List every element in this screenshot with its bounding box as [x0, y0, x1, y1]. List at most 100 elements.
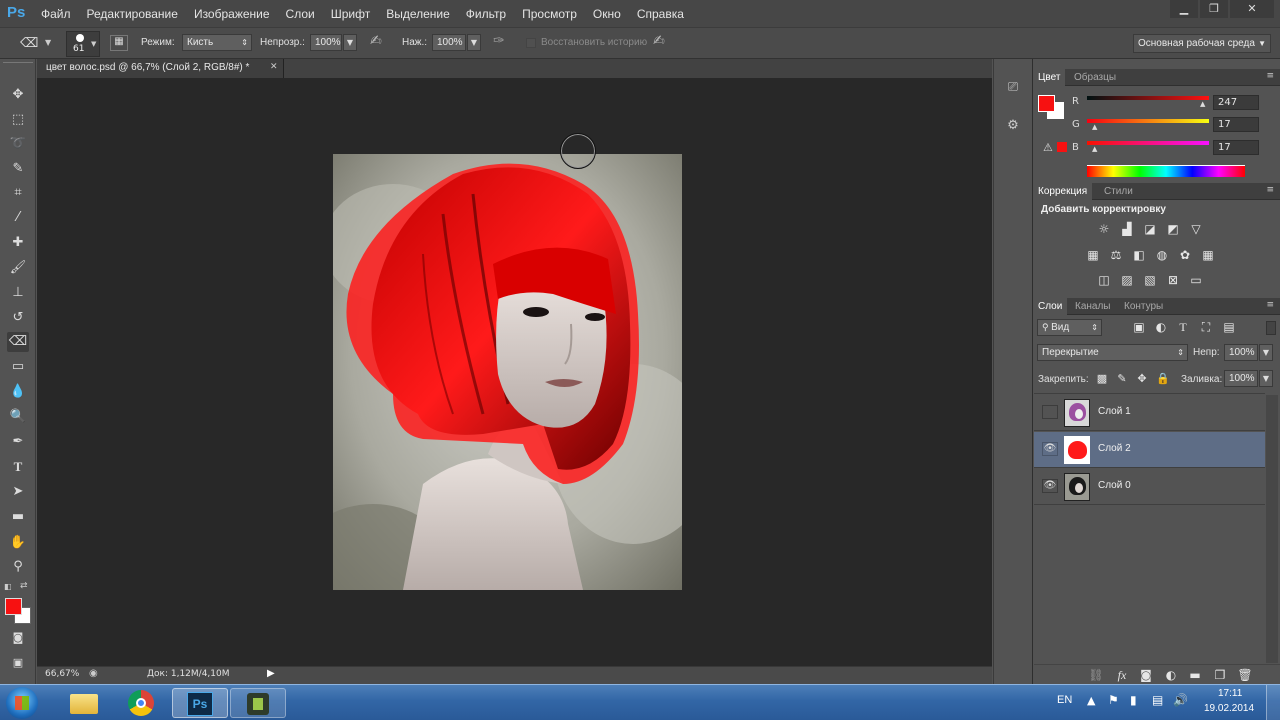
panel-menu-icon[interactable]: ≡	[1266, 185, 1274, 195]
history-brush-tool-icon[interactable]: ↺	[7, 308, 29, 328]
default-colors-icon[interactable]: ◧	[4, 582, 12, 591]
language-indicator[interactable]: EN	[1057, 694, 1072, 706]
menu-filter[interactable]: Фильтр	[458, 7, 514, 21]
visibility-toggle-off[interactable]	[1042, 405, 1058, 419]
eraser-tool-icon[interactable]: ⌫	[20, 36, 38, 51]
close-tab-icon[interactable]: ✕	[270, 62, 278, 72]
menu-layer[interactable]: Слои	[278, 7, 323, 21]
chevron-down-icon[interactable]: ▼	[45, 38, 51, 47]
invert-icon[interactable]: ◫	[1096, 273, 1112, 287]
blur-tool-icon[interactable]: 💧	[7, 382, 29, 402]
exposure-icon[interactable]: ◩	[1165, 222, 1181, 236]
lock-position-icon[interactable]: ✥	[1134, 372, 1150, 386]
b-value[interactable]: 17	[1213, 140, 1259, 155]
filter-type-icon[interactable]: T	[1175, 320, 1191, 334]
quick-mask-icon[interactable]: ◙	[7, 628, 29, 648]
crop-tool-icon[interactable]: ⌗	[7, 183, 29, 203]
trash-icon[interactable]: 🗑	[1237, 668, 1253, 682]
minimize-icon[interactable]: ▁	[1170, 0, 1198, 18]
history-panel-icon[interactable]: ⎚	[1002, 80, 1024, 102]
tab-styles[interactable]: Стили	[1099, 183, 1138, 200]
panel-menu-icon[interactable]: ≡	[1266, 71, 1274, 81]
link-layers-icon[interactable]: ⛓	[1088, 668, 1104, 682]
canvas-image[interactable]	[333, 154, 682, 590]
blend-mode-select[interactable]: Перекрытие ⇕	[1037, 344, 1188, 361]
hand-tool-icon[interactable]: ✋	[7, 533, 29, 553]
layers-scrollbar[interactable]	[1266, 395, 1278, 663]
restore-icon[interactable]: ❐	[1200, 0, 1228, 18]
g-slider-handle[interactable]: ▲	[1092, 123, 1097, 131]
filter-pixel-icon[interactable]: ▣	[1131, 320, 1147, 334]
tab-paths[interactable]: Контуры	[1119, 298, 1168, 315]
show-desktop-button[interactable]	[1266, 685, 1280, 720]
pressure-opacity-icon[interactable]: ✍	[370, 33, 382, 49]
eye-icon[interactable]: 👁	[1042, 479, 1058, 493]
color-balance-icon[interactable]: ⚖	[1108, 248, 1124, 262]
eraser-tool-icon[interactable]: ⌫	[7, 332, 29, 352]
tab-color[interactable]: Цвет	[1033, 69, 1066, 86]
status-info-icon[interactable]: ◉	[89, 668, 98, 679]
fill-dropdown-icon[interactable]: ▼	[1259, 370, 1273, 387]
b-slider-handle[interactable]: ▲	[1092, 145, 1097, 153]
layer-filter-select[interactable]: ⚲ Вид ⇕	[1037, 319, 1102, 336]
levels-icon[interactable]: ▟	[1119, 222, 1135, 236]
new-layer-icon[interactable]: ❐	[1212, 668, 1228, 682]
color-panel-fg-swatch[interactable]	[1038, 95, 1055, 112]
lock-pixels-icon[interactable]: ✎	[1114, 372, 1130, 386]
close-icon[interactable]: ✕	[1230, 0, 1274, 18]
foreground-color-swatch[interactable]	[5, 598, 22, 615]
opacity-dropdown-icon[interactable]: ▼	[343, 34, 357, 51]
tab-swatches[interactable]: Образцы	[1069, 69, 1121, 86]
g-value[interactable]: 17	[1213, 117, 1259, 132]
flag-icon[interactable]: ⚑	[1108, 693, 1119, 707]
mode-select[interactable]: Кисть ⇕	[182, 34, 252, 51]
zoom-level[interactable]: 66,67%	[45, 669, 79, 679]
flow-input[interactable]: 100%	[432, 34, 466, 51]
r-value[interactable]: 247	[1213, 95, 1259, 110]
photoshop-icon[interactable]: Ps	[172, 688, 228, 718]
posterize-icon[interactable]: ▨	[1119, 273, 1135, 287]
brightness-icon[interactable]: ☼	[1096, 222, 1112, 236]
layer-name[interactable]: Слой 2	[1098, 443, 1131, 454]
airbrush-icon[interactable]: ✑	[493, 33, 505, 49]
fill-input[interactable]: 100%	[1224, 370, 1258, 387]
pressure-size-icon[interactable]: ✍	[653, 33, 665, 49]
menu-edit[interactable]: Редактирование	[79, 7, 186, 21]
hue-saturation-icon[interactable]: ▦	[1085, 248, 1101, 262]
filter-adjustment-icon[interactable]: ◐	[1153, 320, 1169, 334]
lasso-tool-icon[interactable]: ➰	[7, 134, 29, 154]
new-group-icon[interactable]: ▬	[1187, 668, 1203, 682]
tab-layers[interactable]: Слои	[1033, 298, 1068, 315]
g-slider[interactable]	[1087, 119, 1209, 123]
clone-stamp-tool-icon[interactable]: ⊥	[7, 283, 29, 303]
fx-icon[interactable]: fx	[1114, 668, 1130, 682]
channel-mixer-icon[interactable]: ✿	[1177, 248, 1193, 262]
type-tool-icon[interactable]: T	[7, 457, 29, 477]
gradient-map-icon[interactable]: ▭	[1188, 273, 1204, 287]
layer-opacity-dropdown-icon[interactable]: ▼	[1259, 344, 1273, 361]
r-slider-handle[interactable]: ▲	[1200, 100, 1205, 108]
b-slider[interactable]	[1087, 141, 1209, 145]
properties-panel-icon[interactable]: ⚙	[1002, 118, 1024, 140]
eye-icon[interactable]: 👁	[1042, 442, 1058, 456]
document-tab[interactable]: цвет волос.psd @ 66,7% (Слой 2, RGB/8#) …	[37, 59, 284, 78]
filter-smart-object-icon[interactable]: ▤	[1221, 320, 1237, 334]
shape-tool-icon[interactable]: ▬	[7, 507, 29, 527]
dodge-tool-icon[interactable]: 🔍	[7, 407, 29, 427]
layer-row[interactable]: 👁 Слой 0	[1034, 469, 1265, 505]
flow-dropdown-icon[interactable]: ▼	[467, 34, 481, 51]
eyedropper-tool-icon[interactable]: ⁄	[7, 208, 29, 228]
menu-select[interactable]: Выделение	[378, 7, 458, 21]
black-white-icon[interactable]: ◧	[1131, 248, 1147, 262]
menu-help[interactable]: Справка	[629, 7, 692, 21]
lock-transparent-icon[interactable]: ▩	[1094, 372, 1110, 386]
menu-window[interactable]: Окно	[585, 7, 629, 21]
zoom-tool-icon[interactable]: ⚲	[7, 557, 29, 577]
chrome-icon[interactable]	[114, 688, 170, 718]
menu-type[interactable]: Шрифт	[323, 7, 378, 21]
tab-channels[interactable]: Каналы	[1070, 298, 1116, 315]
new-adjustment-icon[interactable]: ◐	[1163, 668, 1179, 682]
tab-adjustments[interactable]: Коррекция	[1033, 183, 1093, 200]
layer-name[interactable]: Слой 0	[1098, 480, 1131, 491]
pen-tool-icon[interactable]: ✒	[7, 432, 29, 452]
